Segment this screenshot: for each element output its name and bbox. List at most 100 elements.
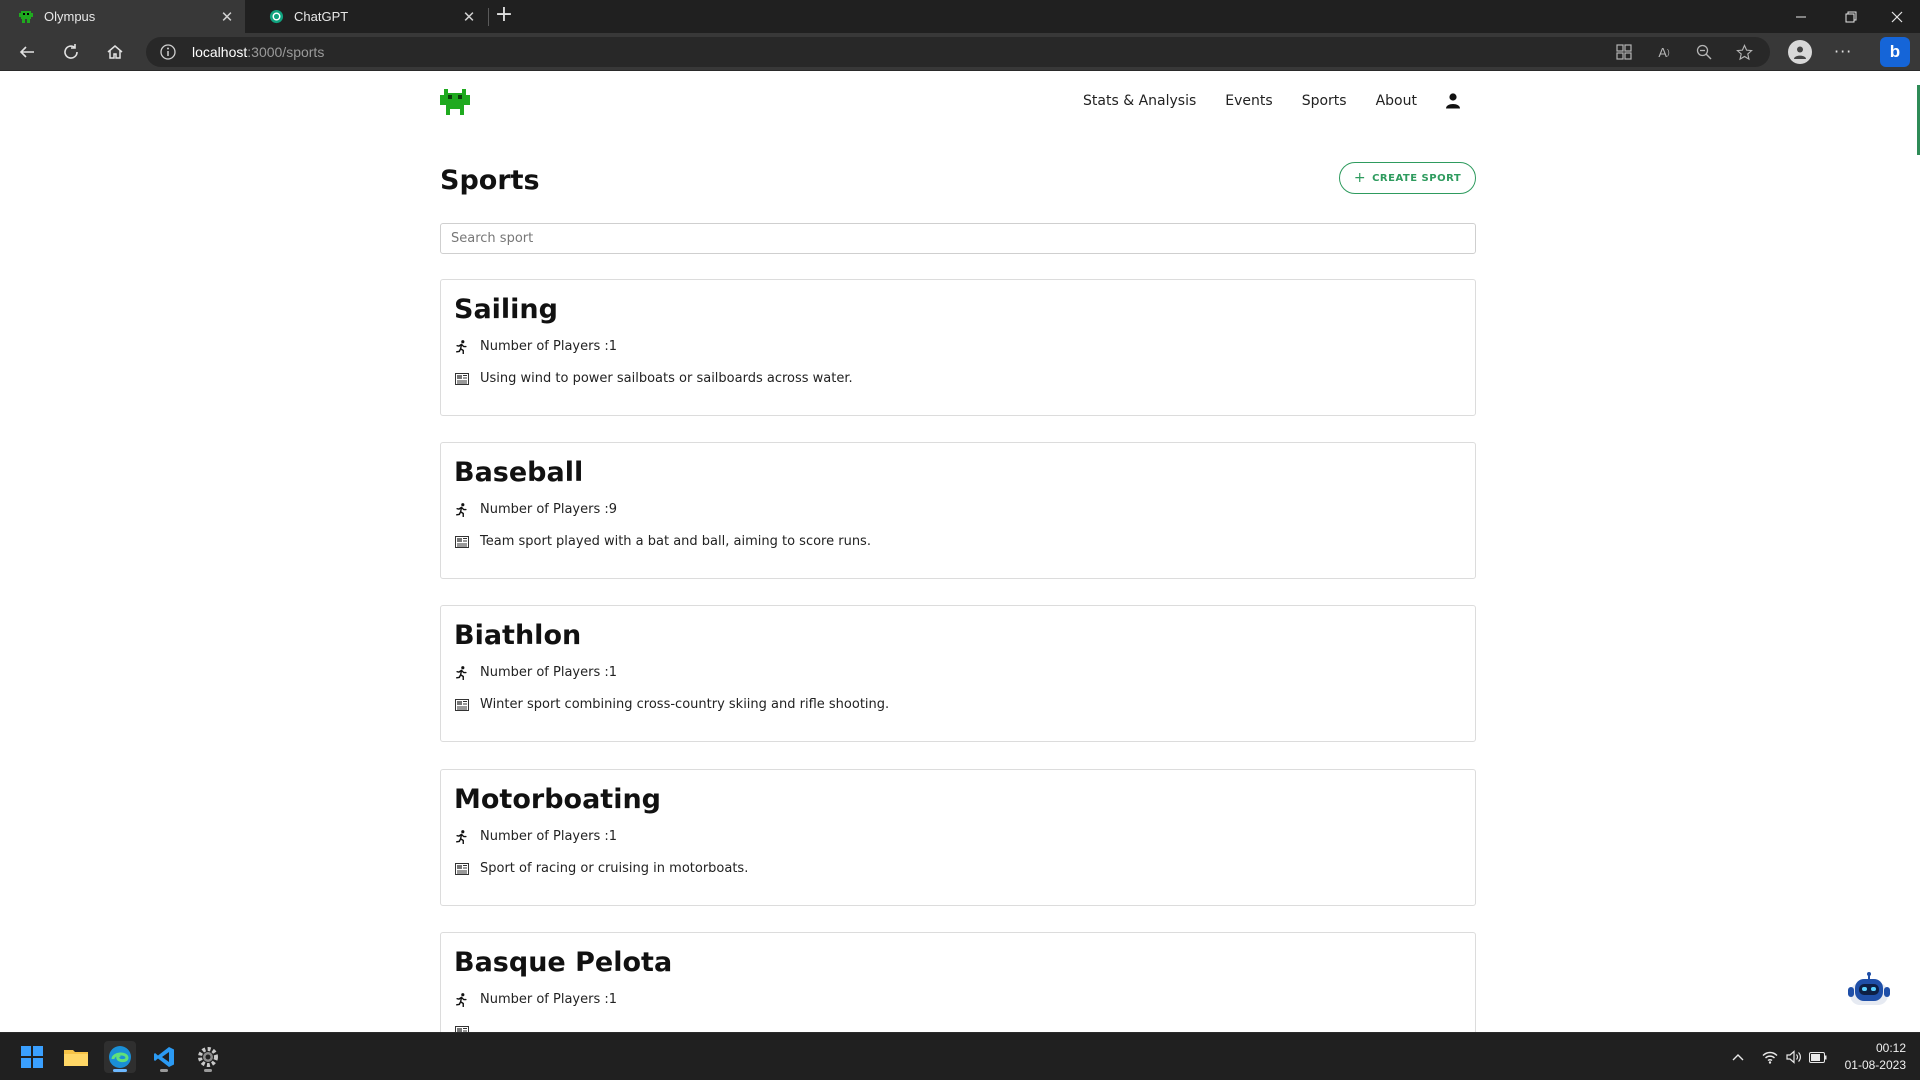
nav-stats-analysis[interactable]: Stats & Analysis: [1083, 93, 1196, 109]
battery-icon[interactable]: [1808, 1047, 1828, 1067]
search-sport-field[interactable]: [440, 223, 1476, 254]
players-count: 9: [608, 502, 618, 517]
apps-icon[interactable]: [1614, 43, 1634, 61]
minimize-button[interactable]: [1778, 0, 1824, 33]
players-count: 1: [608, 665, 618, 680]
players-label: Number of Players :: [480, 829, 609, 844]
zoom-out-icon[interactable]: [1694, 43, 1714, 61]
players-count: 1: [608, 829, 618, 844]
new-tab-button[interactable]: +: [492, 4, 516, 28]
tab-separator: [488, 8, 489, 26]
description-row: [454, 1024, 480, 1032]
edge-browser-icon[interactable]: [104, 1041, 136, 1073]
windows-taskbar: 00:12 01-08-2023: [0, 1032, 1920, 1080]
more-options-icon[interactable]: ···: [1834, 42, 1852, 61]
main-nav: Stats & Analysis Events Sports About: [1054, 93, 1460, 109]
site-info-icon[interactable]: [160, 44, 176, 64]
sport-card[interactable]: Biathlon Number of Players : 1 Winter sp…: [440, 605, 1476, 742]
profile-avatar-icon[interactable]: [1788, 40, 1812, 64]
vscode-icon[interactable]: [148, 1041, 180, 1073]
search-sport-input[interactable]: [441, 224, 1475, 253]
sport-card[interactable]: Sailing Number of Players : 1 Using wind…: [440, 279, 1476, 416]
sport-name: Baseball: [454, 457, 584, 488]
newspaper-icon: [454, 1024, 469, 1032]
sport-card[interactable]: Motorboating Number of Players : 1 Sport…: [440, 769, 1476, 906]
url-path: :3000/sports: [247, 44, 325, 60]
description-row: Team sport played with a bat and ball, a…: [454, 534, 871, 549]
tab-title: Olympus: [44, 9, 96, 24]
tab-title: ChatGPT: [294, 9, 349, 24]
players-row: Number of Players : 1: [454, 339, 617, 354]
address-bar[interactable]: localhost:3000/sports A): [146, 37, 1770, 67]
players-label: Number of Players :: [480, 339, 609, 354]
nav-about[interactable]: About: [1376, 93, 1417, 109]
user-account-icon[interactable]: [1446, 93, 1460, 109]
players-count: 1: [608, 339, 618, 354]
sport-name: Motorboating: [454, 784, 661, 815]
runner-icon: [454, 339, 469, 354]
close-tab-icon[interactable]: ✕: [459, 8, 479, 26]
newspaper-icon: [454, 861, 469, 876]
file-explorer-icon[interactable]: [60, 1041, 92, 1073]
page-title: Sports: [440, 165, 540, 196]
chevron-up-icon[interactable]: [1728, 1047, 1748, 1067]
players-row: Number of Players : 1: [454, 992, 617, 1007]
sport-description: Team sport played with a bat and ball, a…: [480, 534, 871, 549]
sport-name: Biathlon: [454, 620, 582, 651]
sport-description: Winter sport combining cross-country ski…: [480, 697, 890, 712]
runner-icon: [454, 829, 469, 844]
url-text[interactable]: localhost:3000/sports: [192, 44, 324, 60]
create-sport-label: CREATE SPORT: [1372, 172, 1462, 184]
close-tab-icon[interactable]: ✕: [217, 8, 237, 26]
home-button[interactable]: [100, 38, 130, 66]
wifi-icon[interactable]: [1760, 1047, 1780, 1067]
runner-icon: [454, 502, 469, 517]
players-row: Number of Players : 1: [454, 665, 617, 680]
sport-card[interactable]: Basque Pelota Number of Players : 1: [440, 932, 1476, 1032]
refresh-button[interactable]: [56, 38, 86, 66]
nav-sports[interactable]: Sports: [1302, 93, 1347, 109]
players-label: Number of Players :: [480, 992, 609, 1007]
players-count: 1: [608, 992, 618, 1007]
settings-gear-icon[interactable]: [192, 1041, 224, 1073]
close-window-button[interactable]: [1874, 0, 1920, 33]
clock-time: 00:12: [1875, 1041, 1906, 1055]
read-aloud-icon[interactable]: A): [1654, 43, 1674, 61]
volume-icon[interactable]: [1784, 1047, 1804, 1067]
browser-tab-strip: Olympus ✕ ChatGPT ✕ +: [0, 0, 1920, 33]
players-label: Number of Players :: [480, 502, 609, 517]
clock-date: 01-08-2023: [1844, 1058, 1906, 1072]
nav-events[interactable]: Events: [1225, 93, 1272, 109]
tab-chatgpt[interactable]: ChatGPT ✕: [250, 0, 487, 33]
page-heading-row: Sports + CREATE SPORT: [440, 162, 1476, 201]
newspaper-icon: [454, 697, 469, 712]
sport-description: Using wind to power sailboats or sailboa…: [480, 371, 853, 386]
tab-olympus[interactable]: Olympus ✕: [0, 0, 245, 33]
olympus-logo-icon[interactable]: [440, 87, 470, 117]
sport-description: Sport of racing or cruising in motorboat…: [480, 861, 749, 876]
favorite-star-icon[interactable]: [1734, 43, 1754, 61]
chatbot-robot-icon[interactable]: [1846, 971, 1892, 1011]
system-clock[interactable]: 00:12 01-08-2023: [1845, 1040, 1906, 1074]
newspaper-icon: [454, 534, 469, 549]
players-row: Number of Players : 9: [454, 502, 617, 517]
restore-button[interactable]: [1828, 0, 1874, 33]
back-button[interactable]: [12, 38, 42, 66]
sport-name: Basque Pelota: [454, 947, 673, 978]
players-label: Number of Players :: [480, 665, 609, 680]
sport-card[interactable]: Baseball Number of Players : 9 Team spor…: [440, 442, 1476, 579]
create-sport-button[interactable]: + CREATE SPORT: [1339, 162, 1476, 194]
description-row: Sport of racing or cruising in motorboat…: [454, 861, 748, 876]
bing-copilot-icon[interactable]: b: [1880, 37, 1910, 67]
olympus-favicon-icon: [18, 9, 34, 25]
plus-icon: +: [1353, 170, 1367, 186]
url-host: localhost: [192, 44, 248, 60]
site-header: Stats & Analysis Events Sports About: [440, 71, 1476, 131]
page-viewport: Stats & Analysis Events Sports About Spo…: [0, 71, 1920, 1032]
windows-start-icon[interactable]: [16, 1041, 48, 1073]
runner-icon: [454, 665, 469, 680]
sport-name: Sailing: [454, 294, 558, 325]
chatgpt-favicon-icon: [268, 9, 284, 25]
browser-toolbar: localhost:3000/sports A) ··· b: [0, 33, 1920, 71]
description-row: Winter sport combining cross-country ski…: [454, 697, 889, 712]
